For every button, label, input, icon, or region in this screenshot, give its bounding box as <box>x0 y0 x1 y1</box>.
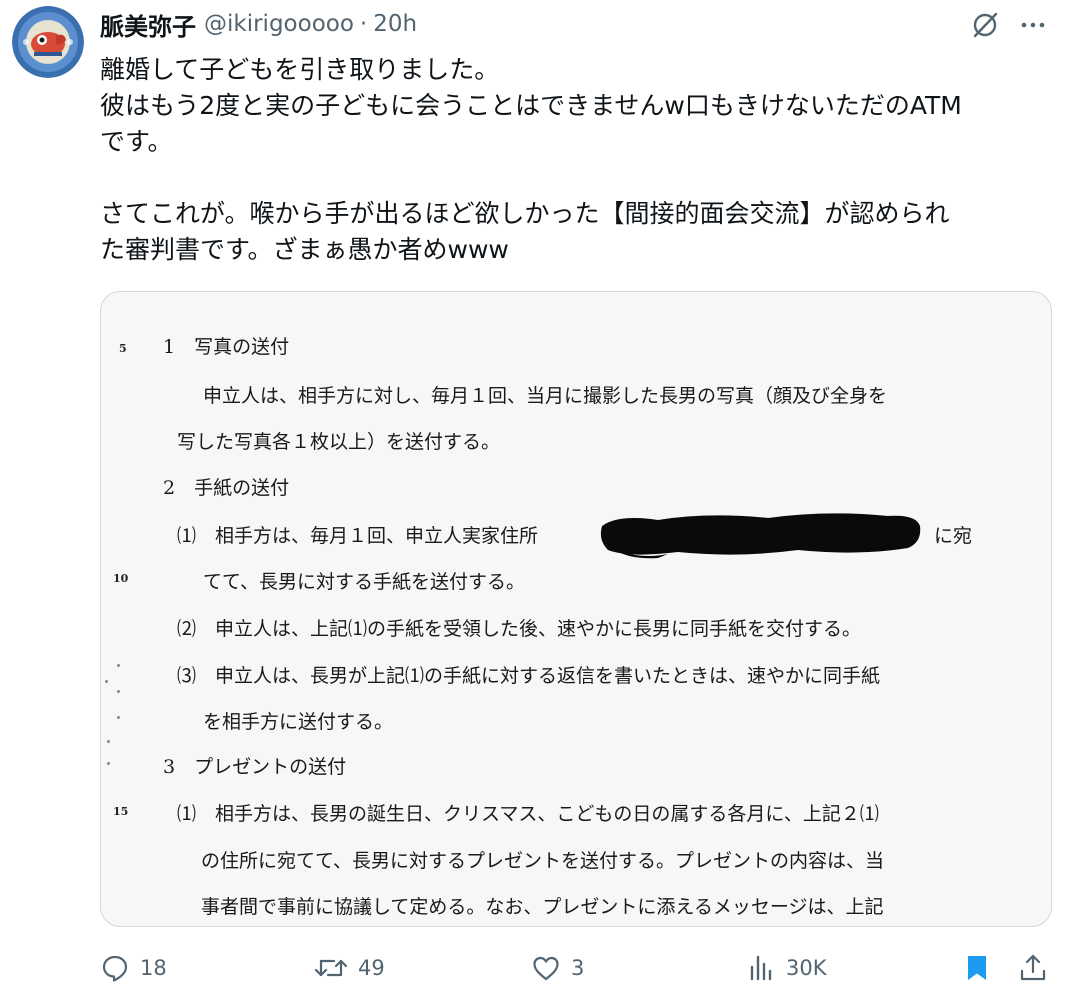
user-handle[interactable]: @ikirigooooo <box>204 11 354 37</box>
repost-count: 49 <box>358 956 385 980</box>
tweet-action-bar: 18 49 3 30K <box>100 945 1060 991</box>
document-line: ⑴ 相手方は、長男の誕生日、クリスマス、こどもの日の属する各月に、上記２⑴ <box>177 803 879 825</box>
tweet-media-image[interactable]: 5 10 15 1 写真の送付 申立人は、相手方に対し、毎月１回、当月に撮影した… <box>100 291 1052 927</box>
scan-speck <box>105 680 108 683</box>
repost-button[interactable]: 49 <box>314 945 385 991</box>
header-separator: · <box>359 11 368 37</box>
avatar-image <box>12 6 84 78</box>
timestamp[interactable]: 20h <box>373 11 417 37</box>
document-heading: 3 プレゼントの送付 <box>163 756 347 778</box>
avatar[interactable] <box>12 6 84 78</box>
redaction-mark <box>600 513 921 559</box>
share-button[interactable] <box>1018 945 1048 991</box>
share-icon <box>1020 954 1046 981</box>
scan-speck <box>107 740 110 743</box>
document-line: ⑶ 申立人は、長男が上記⑴の手紙に対する返信を書いたときは、速やかに同手紙 <box>177 665 881 687</box>
document-line: の住所に宛てて、長男に対するプレゼントを送付する。プレゼントの内容は、当 <box>201 850 885 872</box>
document-line: を相手方に送付する。 <box>203 711 394 733</box>
document-line-number: 15 <box>113 805 129 818</box>
scan-speck <box>117 664 120 667</box>
like-button[interactable]: 3 <box>531 945 584 991</box>
tweet-line: た審判書です。ざまぁ愚か者めwww <box>100 235 509 264</box>
document-heading: 1 写真の送付 <box>163 336 290 358</box>
document-line: 申立人は、相手方に対し、毎月１回、当月に撮影した長男の写真（顔及び全身を <box>203 385 888 407</box>
scan-speck <box>117 716 120 719</box>
scan-speck <box>107 762 110 765</box>
document-line: てて、長男に対する手紙を送付する。 <box>203 571 526 593</box>
grok-icon[interactable] <box>968 8 1002 42</box>
tweet-line: 彼はもう2度と実の子どもに会うことはできませんw口もきけないただのATM <box>100 91 962 120</box>
heart-icon <box>533 956 559 981</box>
repost-icon <box>314 959 348 977</box>
document-line: ⑵ 申立人は、上記⑴の手紙を受領した後、速やかに長男に同手紙を交付する。 <box>177 618 862 640</box>
reply-icon <box>102 955 128 982</box>
tweet-line: さてこれが。喉から手が出るほど欲しかった【間接的面会交流】が認められ <box>100 199 950 228</box>
bookmark-icon <box>968 956 986 980</box>
tweet-line: です。 <box>100 127 173 156</box>
document-line-number: 10 <box>113 572 129 585</box>
document-line: 写した写真各１枚以上）を送付する。 <box>177 431 501 453</box>
scan-speck <box>117 690 120 693</box>
reply-count: 18 <box>140 956 167 980</box>
document-heading: 2 手紙の送付 <box>163 477 290 499</box>
tweet-header: 脈美弥子 @ikirigooooo · 20h <box>100 6 417 42</box>
like-count: 3 <box>571 956 585 980</box>
document-line: 事者間で事前に協議して定める。なお、プレゼントに添えるメッセージは、上記 <box>201 896 884 918</box>
document-line-number: 5 <box>119 342 127 355</box>
views-button[interactable]: 30K <box>746 945 827 991</box>
more-icon[interactable] <box>1016 8 1050 42</box>
scanned-document: 5 10 15 1 写真の送付 申立人は、相手方に対し、毎月１回、当月に撮影した… <box>101 292 1051 926</box>
document-line: に宛 <box>934 525 973 547</box>
bookmark-button[interactable] <box>962 945 992 991</box>
document-line: ⑴ 相手方は、毎月１回、申立人実家住所 <box>177 525 539 547</box>
display-name[interactable]: 脈美弥子 <box>100 7 196 42</box>
analytics-icon <box>750 955 772 981</box>
view-count: 30K <box>786 956 827 980</box>
tweet-line: 離婚して子どもを引き取りました。 <box>100 55 500 84</box>
reply-button[interactable]: 18 <box>100 945 167 991</box>
tweet-text: 離婚して子どもを引き取りました。 彼はもう2度と実の子どもに会うことはできません… <box>100 52 1060 268</box>
